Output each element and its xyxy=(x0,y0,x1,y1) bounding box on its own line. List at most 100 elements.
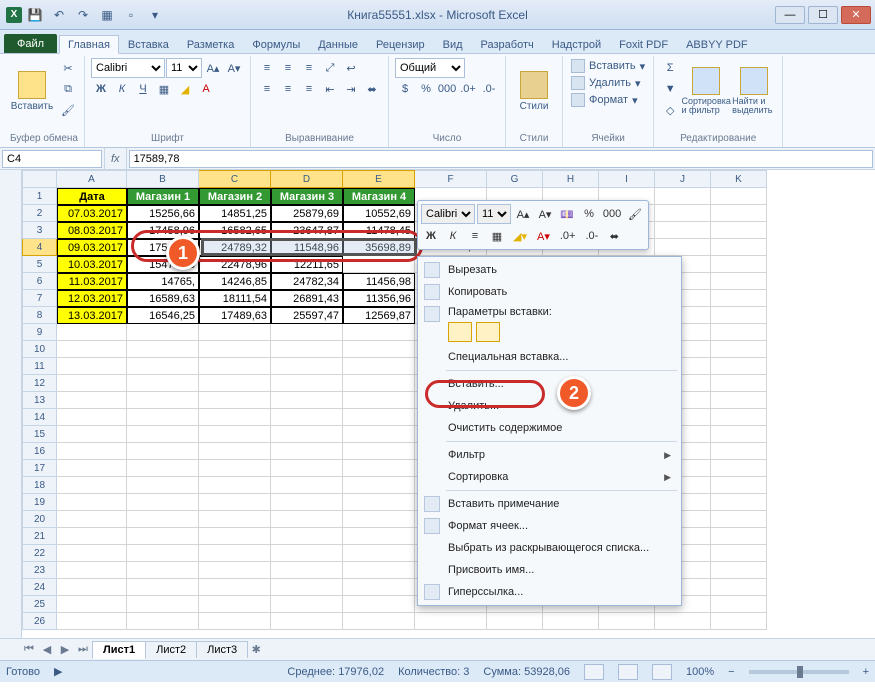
cell-C2[interactable]: 14851,25 xyxy=(199,205,271,222)
cm-sort[interactable]: Сортировка▶ xyxy=(420,466,679,488)
column-header-J[interactable]: J xyxy=(655,170,711,188)
increase-indent-icon[interactable]: ⇥ xyxy=(341,79,361,99)
tab-home[interactable]: Главная xyxy=(59,35,119,54)
cell-E10[interactable] xyxy=(343,341,415,358)
zoom-level[interactable]: 100% xyxy=(686,666,714,678)
name-box[interactable]: C4 xyxy=(2,150,102,168)
cell-B13[interactable] xyxy=(127,392,199,409)
cell-E26[interactable] xyxy=(343,613,415,630)
cell-D21[interactable] xyxy=(271,528,343,545)
decrease-decimal-icon[interactable]: .0- xyxy=(479,79,499,99)
cell-D19[interactable] xyxy=(271,494,343,511)
cell-A3[interactable]: 08.03.2017 xyxy=(57,222,127,239)
cell-C8[interactable]: 17489,63 xyxy=(199,307,271,324)
cell-D3[interactable]: 23647,87 xyxy=(271,222,343,239)
grow-font-icon[interactable]: A▴ xyxy=(203,58,223,78)
cell-D2[interactable]: 25879,69 xyxy=(271,205,343,222)
column-header-C[interactable]: C xyxy=(199,170,271,188)
cell-A17[interactable] xyxy=(57,460,127,477)
cell-B12[interactable] xyxy=(127,375,199,392)
cell-J4[interactable] xyxy=(655,239,711,256)
cell-B20[interactable] xyxy=(127,511,199,528)
cell-D5[interactable]: 12211,65 xyxy=(271,256,343,273)
cell-D17[interactable] xyxy=(271,460,343,477)
cell-B22[interactable] xyxy=(127,545,199,562)
cell-D9[interactable] xyxy=(271,324,343,341)
cell-C21[interactable] xyxy=(199,528,271,545)
percent-icon[interactable]: % xyxy=(416,79,436,99)
zoom-slider[interactable] xyxy=(749,670,849,674)
qat-btn-5[interactable]: ▫ xyxy=(120,4,142,26)
align-middle-icon[interactable]: ≡ xyxy=(278,58,298,78)
close-button[interactable]: ✕ xyxy=(841,6,871,24)
cell-A24[interactable] xyxy=(57,579,127,596)
increase-decimal-icon[interactable]: .0+ xyxy=(458,79,478,99)
row-header-10[interactable]: 10 xyxy=(22,341,57,358)
mini-fill-icon[interactable]: ◢▾ xyxy=(509,226,531,246)
align-center-icon[interactable]: ≡ xyxy=(278,79,298,99)
cell-C9[interactable] xyxy=(199,324,271,341)
merge-icon[interactable]: ⬌ xyxy=(362,79,382,99)
cell-K26[interactable] xyxy=(711,613,767,630)
view-normal-icon[interactable] xyxy=(584,664,604,680)
cell-J3[interactable] xyxy=(655,222,711,239)
row-header-23[interactable]: 23 xyxy=(22,562,57,579)
cell-K25[interactable] xyxy=(711,596,767,613)
mini-comma-icon[interactable]: 000 xyxy=(601,204,623,224)
cell-J26[interactable] xyxy=(655,613,711,630)
shrink-font-icon[interactable]: A▾ xyxy=(224,58,244,78)
cell-B4[interactable]: 17589,78 xyxy=(127,239,199,256)
copy-icon[interactable]: ⧉ xyxy=(58,79,78,99)
row-header-18[interactable]: 18 xyxy=(22,477,57,494)
cell-K15[interactable] xyxy=(711,426,767,443)
font-size-select[interactable]: 11 xyxy=(166,58,202,78)
cell-E21[interactable] xyxy=(343,528,415,545)
column-header-F[interactable]: F xyxy=(415,170,487,188)
cell-A15[interactable] xyxy=(57,426,127,443)
cell-C5[interactable]: 22478,96 xyxy=(199,256,271,273)
cell-B14[interactable] xyxy=(127,409,199,426)
cell-C20[interactable] xyxy=(199,511,271,528)
qat-customize-icon[interactable]: ▾ xyxy=(144,4,166,26)
cut-icon[interactable]: ✂ xyxy=(58,58,78,78)
sheet-nav-last[interactable]: ⏭ xyxy=(74,641,92,659)
cell-F26[interactable] xyxy=(415,613,487,630)
select-all-corner[interactable] xyxy=(22,170,57,188)
row-header-26[interactable]: 26 xyxy=(22,613,57,630)
column-header-H[interactable]: H xyxy=(543,170,599,188)
qat-btn-4[interactable]: ▦ xyxy=(96,4,118,26)
cell-D22[interactable] xyxy=(271,545,343,562)
cell-D8[interactable]: 25597,47 xyxy=(271,307,343,324)
orientation-icon[interactable]: ⤢ xyxy=(320,58,340,78)
cell-C11[interactable] xyxy=(199,358,271,375)
mini-inc-dec-icon[interactable]: .0+ xyxy=(556,226,580,246)
cell-K2[interactable] xyxy=(711,205,767,222)
row-header-25[interactable]: 25 xyxy=(22,596,57,613)
cm-format-cells[interactable]: Формат ячеек... xyxy=(420,515,679,537)
row-header-7[interactable]: 7 xyxy=(22,290,57,307)
cell-C22[interactable] xyxy=(199,545,271,562)
sheet-tab-2[interactable]: Лист2 xyxy=(145,641,197,658)
cell-H26[interactable] xyxy=(543,613,599,630)
zoom-out-button[interactable]: − xyxy=(728,666,734,678)
cell-A23[interactable] xyxy=(57,562,127,579)
cell-A4[interactable]: 09.03.2017 xyxy=(57,239,127,256)
cell-K19[interactable] xyxy=(711,494,767,511)
cell-E12[interactable] xyxy=(343,375,415,392)
cell-E20[interactable] xyxy=(343,511,415,528)
fill-color-icon[interactable]: ◢ xyxy=(175,79,195,99)
row-header-4[interactable]: 4 xyxy=(22,239,57,256)
cell-K22[interactable] xyxy=(711,545,767,562)
cells-insert-button[interactable]: Вставить ▾ xyxy=(569,58,647,74)
view-pagebreak-icon[interactable] xyxy=(652,664,672,680)
cell-D15[interactable] xyxy=(271,426,343,443)
cell-C3[interactable]: 16582,65 xyxy=(199,222,271,239)
save-icon[interactable]: 💾 xyxy=(24,4,46,26)
formula-bar[interactable]: 17589,78 xyxy=(129,150,873,168)
undo-icon[interactable]: ↶ xyxy=(48,4,70,26)
cell-E17[interactable] xyxy=(343,460,415,477)
cell-C18[interactable] xyxy=(199,477,271,494)
styles-button[interactable]: Стили xyxy=(512,58,556,124)
row-header-14[interactable]: 14 xyxy=(22,409,57,426)
cell-A5[interactable]: 10.03.2017 xyxy=(57,256,127,273)
